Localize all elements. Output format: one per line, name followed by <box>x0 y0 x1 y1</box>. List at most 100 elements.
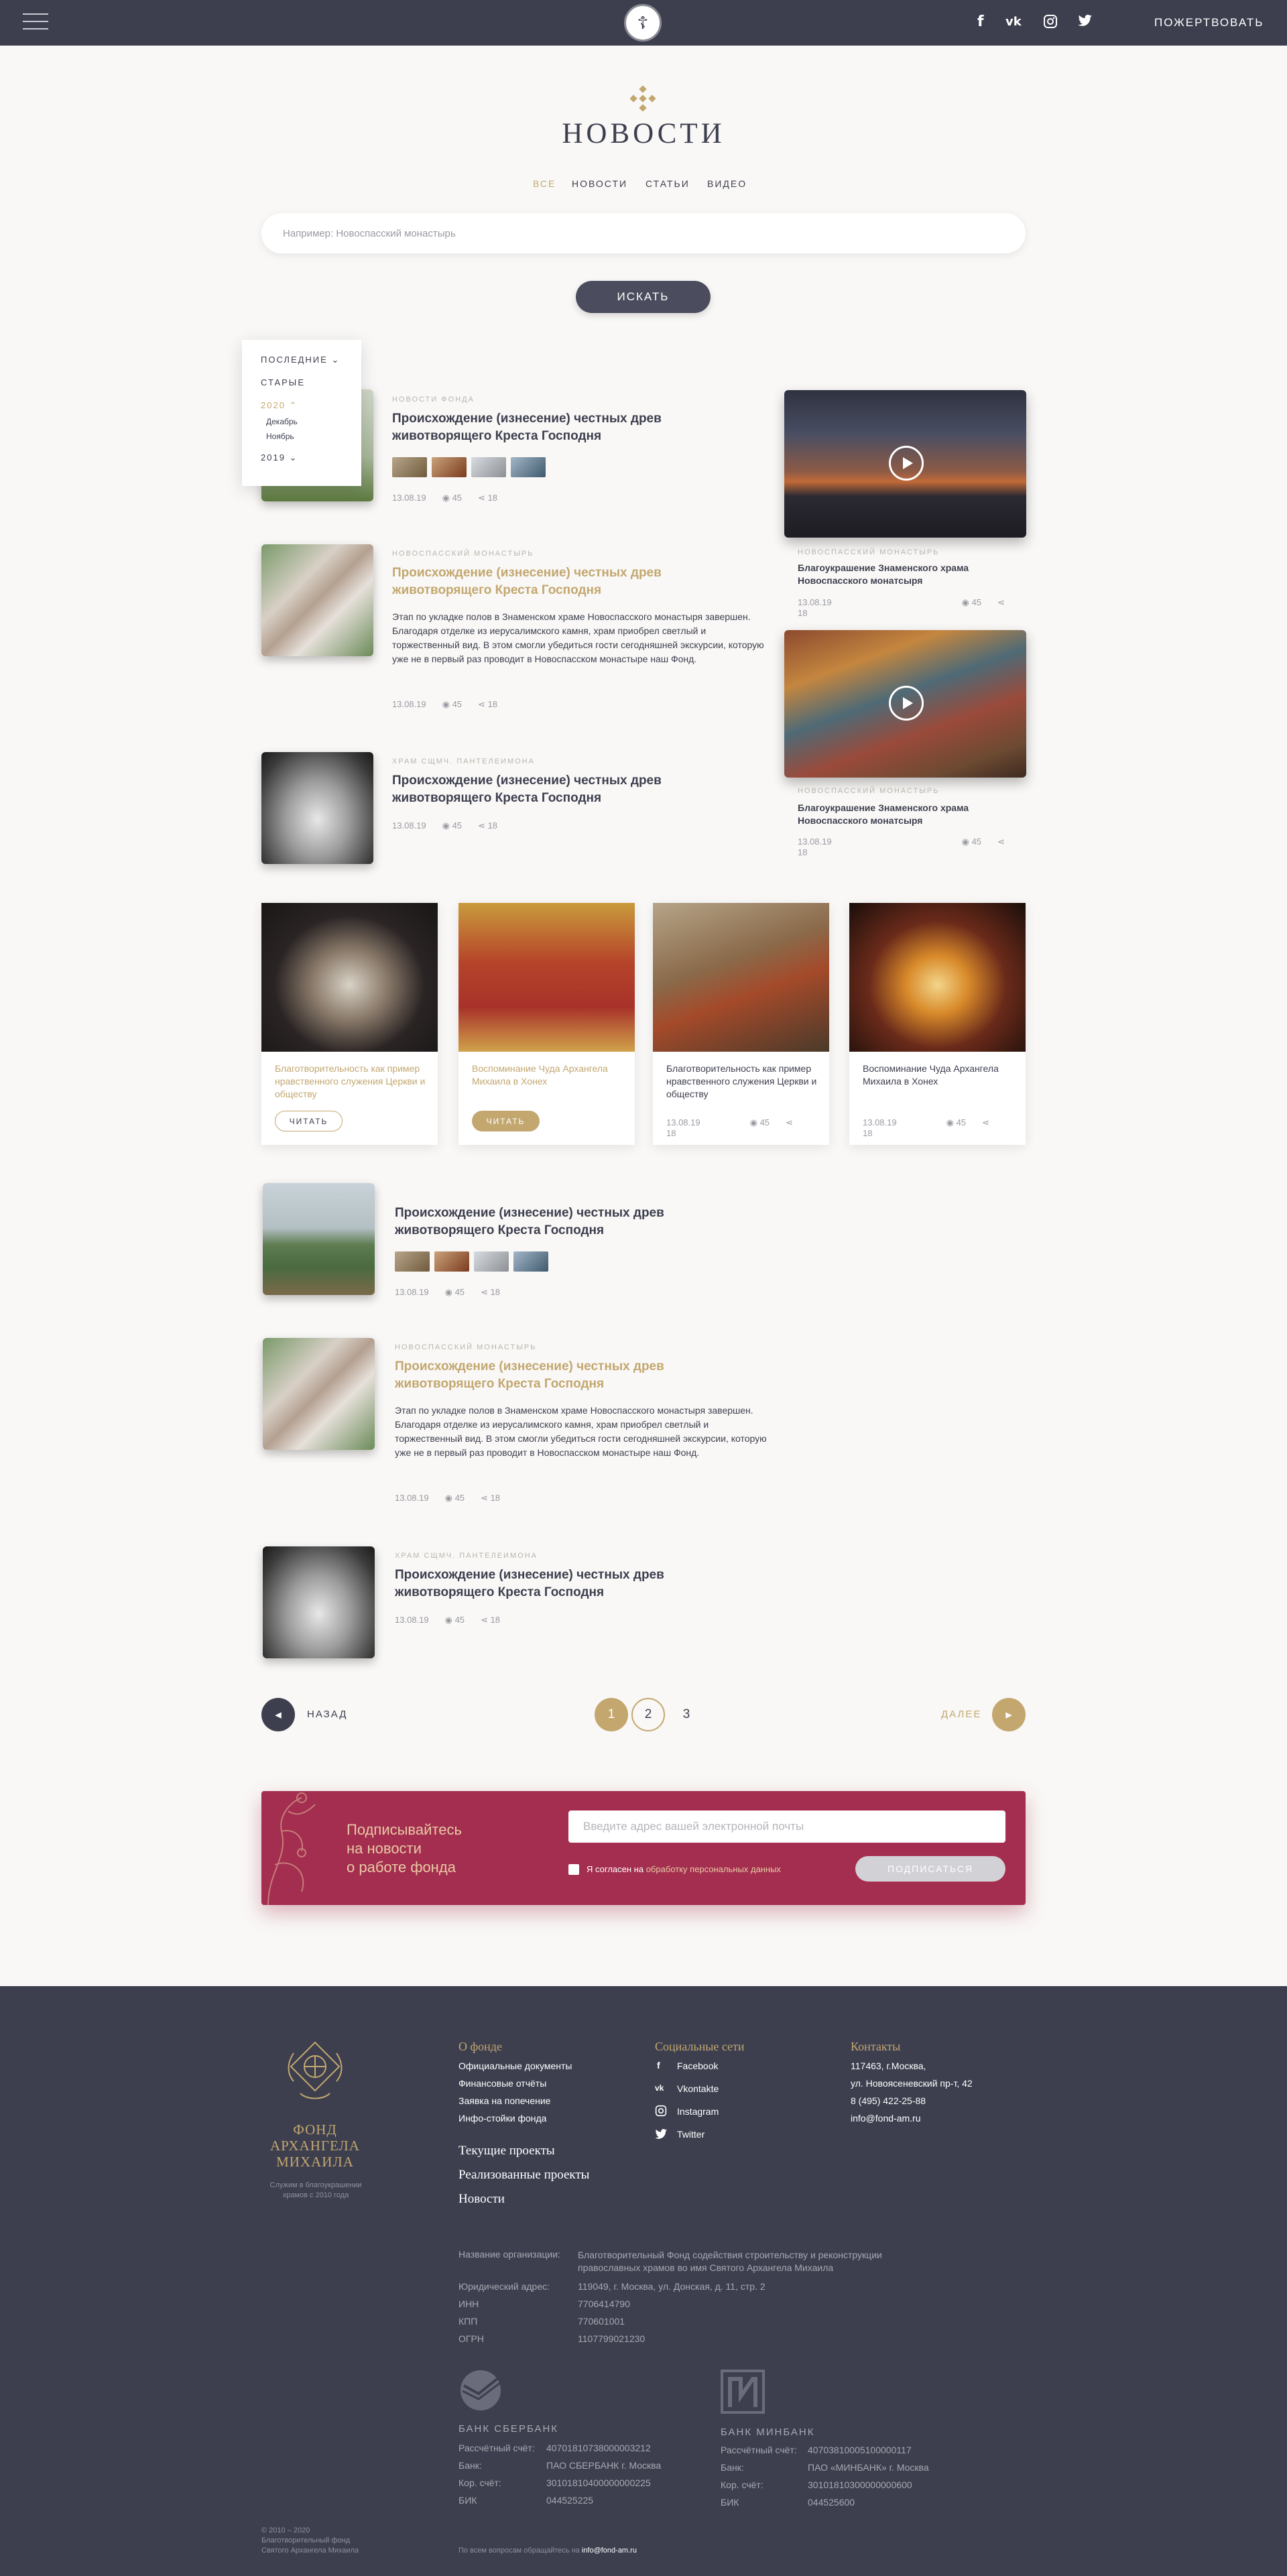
video-title[interactable]: Благоукрашение Знаменского храма Новоспа… <box>798 802 985 827</box>
read-button[interactable]: ЧИТАТЬ <box>275 1111 343 1131</box>
article-title[interactable]: Благотворительность как пример нравствен… <box>666 1062 817 1101</box>
sort-year-2019[interactable]: 2019 ⌄ <box>261 452 298 463</box>
menu-burger-icon[interactable] <box>23 13 48 31</box>
article-card[interactable]: Благотворительность как пример нравствен… <box>261 903 438 1145</box>
sort-latest[interactable]: ПОСЛЕДНИЕ ⌄ <box>261 355 340 365</box>
chevron-down-icon: ⌄ <box>331 355 341 365</box>
news-title[interactable]: Происхождение (изнесение) честных древ ж… <box>392 772 674 807</box>
play-icon[interactable] <box>889 446 924 481</box>
video-category: НОВОСПАССКИЙ МОНАСТЫРЬ <box>798 787 940 795</box>
email-field[interactable]: Введите адрес вашей электронной почты <box>568 1811 1005 1843</box>
page-1[interactable]: 1 <box>595 1698 628 1731</box>
tab-articles[interactable]: СТАТЬИ <box>646 178 690 189</box>
gallery-thumbnail[interactable] <box>392 457 427 477</box>
next-arrow-icon[interactable]: ▸ <box>992 1698 1026 1731</box>
gallery-thumbnail[interactable] <box>471 457 506 477</box>
play-icon[interactable] <box>889 686 924 721</box>
sberbank-logo-icon <box>461 2370 501 2410</box>
news-thumbnail[interactable] <box>263 1183 375 1295</box>
gallery-thumbnail[interactable] <box>511 457 546 477</box>
footer-link[interactable]: Финансовые отчёты <box>458 2078 546 2089</box>
sort-old[interactable]: СТАРЫЕ <box>261 377 305 387</box>
gallery-thumbnail[interactable] <box>474 1251 509 1272</box>
prev-arrow-icon[interactable]: ◂ <box>261 1698 295 1731</box>
news-category: НОВОСПАССКИЙ МОНАСТЫРЬ <box>395 1343 537 1351</box>
page-2[interactable]: 2 <box>631 1698 665 1731</box>
sort-dropdown: ПОСЛЕДНИЕ ⌄ СТАРЫЕ 2020 ⌃ Декабрь Ноябрь… <box>242 340 361 486</box>
next-button[interactable]: ДАЛЕЕ <box>941 1709 981 1720</box>
news-title[interactable]: Происхождение (изнесение) честных древ ж… <box>395 1205 676 1239</box>
footer-link[interactable]: Заявка на попечение <box>458 2095 550 2106</box>
news-title[interactable]: Происхождение (изнесение) честных древ ж… <box>395 1358 676 1393</box>
vk-icon[interactable]: vk <box>655 2083 664 2093</box>
gallery-thumbnail[interactable] <box>432 457 467 477</box>
bank-label: БИК <box>721 2497 739 2508</box>
footer-link[interactable]: Текущие проекты <box>458 2144 555 2158</box>
bank-label: Кор. счёт: <box>721 2479 763 2490</box>
instagram-icon[interactable] <box>655 2105 667 2117</box>
footer-link[interactable]: Новости <box>458 2192 505 2207</box>
search-input[interactable]: Например: Новоспасский монастырь <box>261 213 1026 253</box>
donate-button[interactable]: ПОЖЕРТВОВАТЬ <box>1154 16 1264 29</box>
news-meta: 13.08.19 ◉ 45 ⋖ 18 <box>395 1287 501 1297</box>
gallery-thumbnail[interactable] <box>513 1251 548 1272</box>
video-card[interactable] <box>784 630 1026 778</box>
article-title[interactable]: Благотворительность как пример нравствен… <box>275 1062 426 1101</box>
facebook-icon[interactable]: f <box>977 13 984 30</box>
org-value: 7706414790 <box>578 2298 630 2309</box>
prev-button[interactable]: НАЗАД <box>307 1709 347 1720</box>
article-card[interactable]: Благотворительность как пример нравствен… <box>653 903 829 1145</box>
footer-social-link[interactable]: Twitter <box>677 2129 704 2140</box>
footer-about-title: О фонде <box>458 2040 502 2053</box>
privacy-link[interactable]: обработку персональных данных <box>646 1864 781 1874</box>
article-image <box>849 903 1026 1052</box>
article-title[interactable]: Воспоминание Чуда Архангела Михаила в Хо… <box>863 1062 1014 1088</box>
bank-label: Кор. счёт: <box>458 2477 501 2488</box>
facebook-icon[interactable]: f <box>657 2060 660 2071</box>
gallery-thumbnail[interactable] <box>434 1251 469 1272</box>
article-card[interactable]: Воспоминание Чуда Архангела Михаила в Хо… <box>849 903 1026 1145</box>
sort-month-november[interactable]: Ноябрь <box>266 432 294 441</box>
fund-logo-icon[interactable]: ☦ <box>624 4 662 42</box>
sort-year-2020[interactable]: 2020 ⌃ <box>261 400 298 411</box>
tab-video[interactable]: ВИДЕО <box>707 178 747 189</box>
news-title[interactable]: Происхождение (изнесение) честных древ ж… <box>392 410 674 445</box>
bank-title: БАНК МИНБАНК <box>721 2427 815 2438</box>
bank-label: Рассчётный счёт: <box>721 2445 797 2455</box>
video-title[interactable]: Благоукрашение Знаменского храма Новоспа… <box>798 562 985 587</box>
twitter-icon[interactable] <box>655 2129 668 2140</box>
read-button[interactable]: ЧИТАТЬ <box>472 1111 540 1131</box>
news-category: ХРАМ СЩМЧ. ПАНТЕЛЕИМОНА <box>392 757 535 765</box>
bank-value: 044525600 <box>808 2497 855 2508</box>
search-button[interactable]: ИСКАТЬ <box>576 281 711 313</box>
footer-email[interactable]: info@fond-am.ru <box>851 2113 920 2124</box>
news-thumbnail[interactable] <box>261 752 373 864</box>
twitter-icon[interactable] <box>1078 14 1093 32</box>
footer-social-link[interactable]: Vkontakte <box>677 2083 719 2094</box>
article-title[interactable]: Воспоминание Чуда Архангела Михаила в Хо… <box>472 1062 623 1088</box>
vk-icon[interactable]: vk <box>1005 15 1022 29</box>
footer-link[interactable]: Реализованные проекты <box>458 2168 589 2183</box>
news-title[interactable]: Происхождение (изнесение) честных древ ж… <box>395 1567 676 1601</box>
tab-all[interactable]: ВСЕ <box>533 178 556 189</box>
news-title[interactable]: Происхождение (изнесение) честных древ ж… <box>392 564 674 599</box>
footer-social-link[interactable]: Facebook <box>677 2061 718 2071</box>
video-card[interactable] <box>784 390 1026 538</box>
copyright: © 2010 – 2020 <box>261 2526 310 2534</box>
footer-link[interactable]: Инфо-стойки фонда <box>458 2113 546 2124</box>
article-card[interactable]: Воспоминание Чуда Архангела Михаила в Хо… <box>458 903 635 1145</box>
page-3[interactable]: 3 <box>670 1698 703 1731</box>
tab-news[interactable]: НОВОСТИ <box>572 178 627 189</box>
agree-checkbox[interactable] <box>568 1864 579 1875</box>
footer-phone[interactable]: 8 (495) 422-25-88 <box>851 2095 926 2106</box>
news-thumbnail[interactable] <box>261 544 373 656</box>
news-thumbnail[interactable] <box>263 1338 375 1450</box>
subscribe-button[interactable]: ПОДПИСАТЬСЯ <box>855 1856 1005 1882</box>
contact-email-link[interactable]: info@fond-am.ru <box>582 2547 637 2555</box>
footer-link[interactable]: Официальные документы <box>458 2061 572 2071</box>
gallery-thumbnail[interactable] <box>395 1251 430 1272</box>
instagram-icon[interactable] <box>1043 14 1058 33</box>
footer-social-link[interactable]: Instagram <box>677 2106 719 2117</box>
news-thumbnail[interactable] <box>263 1546 375 1658</box>
sort-month-december[interactable]: Декабрь <box>266 417 298 426</box>
